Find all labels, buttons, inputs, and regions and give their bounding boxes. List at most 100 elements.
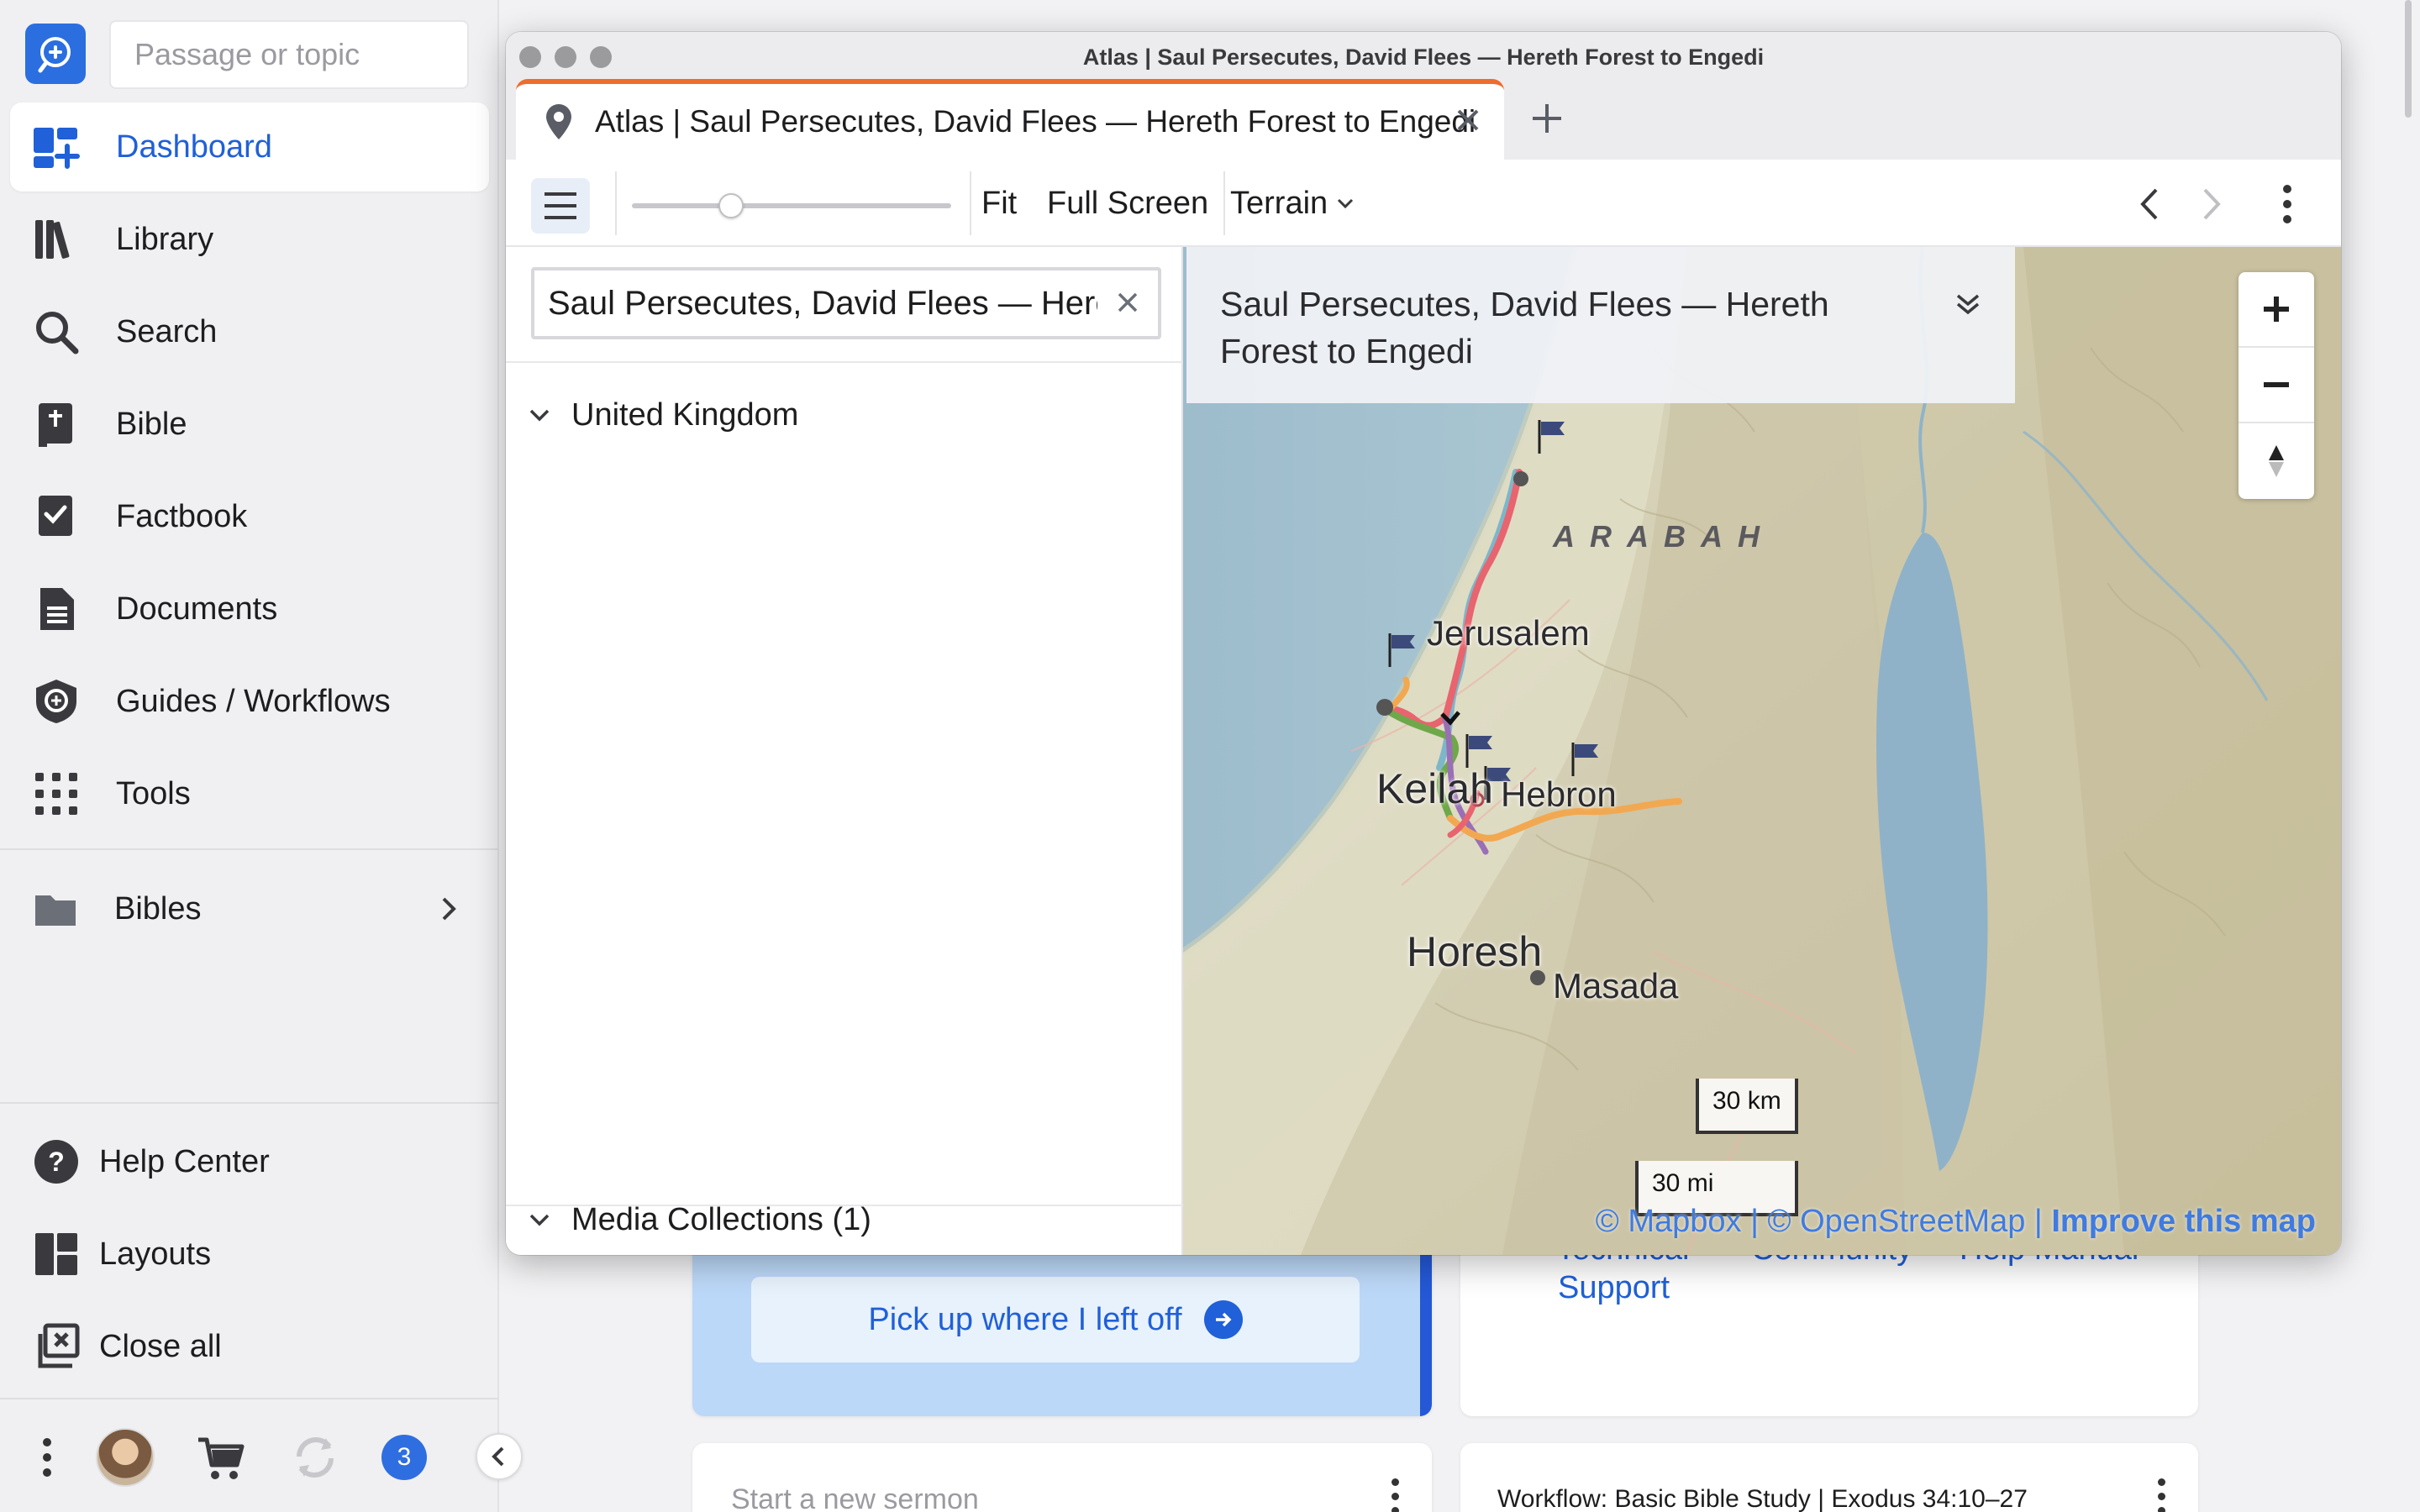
terrain-dropdown[interactable]: Terrain	[1230, 180, 1356, 227]
place-label-jerusalem[interactable]: Jerusalem	[1427, 613, 1590, 654]
tools-icon	[30, 768, 82, 820]
sidebar-item-label: Library	[116, 221, 214, 257]
sidebar-item-label: Bible	[116, 406, 187, 442]
collapse-sidebar-button[interactable]	[476, 1433, 523, 1480]
passage-search-input[interactable]	[109, 20, 469, 89]
cart-icon[interactable]	[193, 1430, 249, 1485]
sidebar: Dashboard Library Search Bible Factbook …	[0, 0, 499, 1512]
pick-up-button[interactable]: Pick up where I left off	[751, 1277, 1360, 1362]
dashboard-icon	[30, 121, 82, 173]
more-options-icon[interactable]	[1386, 1475, 1403, 1512]
more-options-icon[interactable]	[30, 1432, 64, 1483]
factbook-icon	[30, 491, 82, 543]
sidebar-item-factbook[interactable]: Factbook	[10, 472, 489, 561]
zoom-slider[interactable]	[632, 193, 951, 218]
fit-button[interactable]: Fit	[981, 180, 1017, 227]
close-window-button[interactable]	[519, 46, 541, 68]
bible-icon	[30, 398, 82, 450]
sidebar-item-label: Guides / Workflows	[116, 683, 391, 719]
sidebar-item-layouts[interactable]: Layouts	[10, 1210, 489, 1299]
close-all-icon	[30, 1320, 82, 1373]
zoom-slider-thumb[interactable]	[718, 193, 744, 218]
workflow-card[interactable]: Workflow: Basic Bible Study | Exodus 34:…	[1460, 1443, 2198, 1512]
plus-icon	[2264, 297, 2289, 322]
town-marker[interactable]	[1376, 699, 1393, 716]
minus-icon	[2264, 382, 2289, 387]
window-titlebar[interactable]: Atlas | Saul Persecutes, David Flees — H…	[506, 32, 2341, 82]
notification-badge[interactable]: 3	[381, 1435, 427, 1480]
sidebar-item-search[interactable]: Search	[10, 287, 489, 376]
tree-item-united-kingdom[interactable]: United Kingdom	[526, 390, 798, 440]
workflow-title: Workflow: Basic Bible Study | Exodus 34:…	[1497, 1485, 2028, 1512]
minimize-window-button[interactable]	[555, 46, 576, 68]
sidebar-item-guides[interactable]: Guides / Workflows	[10, 657, 489, 746]
place-label-masada[interactable]: Masada	[1553, 966, 1678, 1006]
improve-map-link[interactable]: Improve this map	[2051, 1204, 2316, 1239]
toolbar-divider	[615, 171, 617, 235]
close-tab-icon[interactable]	[1452, 104, 1484, 136]
mapbox-attribution-link[interactable]: © Mapbox	[1596, 1204, 1742, 1239]
place-label-horesh[interactable]: Horesh	[1407, 927, 1542, 976]
help-icon: ?	[30, 1136, 82, 1188]
back-arrow-icon[interactable]	[2131, 185, 2170, 223]
zoom-in-button[interactable]	[2238, 272, 2314, 348]
sidebar-item-label: Help Center	[99, 1143, 270, 1179]
pick-up-label: Pick up where I left off	[868, 1301, 1182, 1337]
sidebar-item-help-center[interactable]: ? Help Center	[10, 1117, 489, 1206]
tab-atlas[interactable]: Atlas | Saul Persecutes, David Flees — H…	[516, 79, 1504, 160]
atlas-map[interactable]: ARABAH Jerusalem Keilah Hebron Horesh Ma…	[1183, 247, 2341, 1255]
support-link[interactable]: Support	[1558, 1270, 1670, 1306]
tab-strip: Atlas | Saul Persecutes, David Flees — H…	[506, 79, 2341, 160]
new-sermon-card[interactable]: Start a new sermon	[692, 1443, 1432, 1512]
layouts-icon	[30, 1228, 82, 1280]
app-logo-icon[interactable]	[25, 24, 86, 84]
sidebar-item-dashboard[interactable]: Dashboard	[10, 102, 489, 192]
search-icon	[30, 306, 82, 358]
sidebar-item-label: Documents	[116, 591, 278, 627]
forward-arrow-icon[interactable]	[2191, 185, 2230, 223]
sync-icon[interactable]	[287, 1430, 343, 1485]
new-tab-icon[interactable]	[1526, 97, 1568, 139]
sidebar-item-label: Close all	[99, 1328, 222, 1364]
chevron-down-icon	[1338, 198, 1354, 209]
place-label-hebron[interactable]: Hebron	[1501, 774, 1617, 815]
sidebar-item-bible[interactable]: Bible	[10, 380, 489, 469]
panel-menu-button[interactable]	[531, 178, 590, 234]
clear-search-icon[interactable]	[1113, 287, 1143, 318]
compass-button[interactable]	[2238, 423, 2314, 499]
more-options-icon[interactable]	[2153, 1475, 2170, 1512]
zoom-out-button[interactable]	[2238, 348, 2314, 423]
sidebar-divider	[0, 1398, 499, 1399]
sidebar-item-close-all[interactable]: Close all	[10, 1302, 489, 1391]
documents-icon	[30, 583, 82, 635]
sidebar-item-tools[interactable]: Tools	[10, 749, 489, 838]
place-label-keilah[interactable]: Keilah	[1376, 764, 1493, 813]
attribution-separator: |	[2033, 1204, 2043, 1239]
page-scrollbar[interactable]	[2405, 0, 2412, 118]
map-pin-icon	[546, 104, 571, 139]
more-options-icon[interactable]	[2279, 185, 2296, 227]
sidebar-item-label: Dashboard	[116, 129, 272, 165]
town-marker[interactable]	[1513, 471, 1528, 486]
atlas-window: Atlas | Saul Persecutes, David Flees — H…	[506, 32, 2341, 1255]
sidebar-divider	[0, 1102, 499, 1104]
sidebar-item-label: Tools	[116, 775, 191, 811]
osm-attribution-link[interactable]: © OpenStreetMap	[1768, 1204, 2026, 1239]
map-attribution: © Mapbox | © OpenStreetMap | Improve thi…	[1596, 1204, 2316, 1240]
sidebar-item-documents[interactable]: Documents	[10, 564, 489, 654]
toolbar-divider	[1223, 171, 1225, 235]
sidebar-item-library[interactable]: Library	[10, 195, 489, 284]
region-label-arabah: ARABAH	[1553, 519, 1775, 554]
sidebar-item-bibles[interactable]: Bibles	[10, 869, 489, 949]
zoom-window-button[interactable]	[590, 46, 612, 68]
tree-item-media-collections[interactable]: Media Collections (1)	[526, 1194, 871, 1245]
full-screen-button[interactable]: Full Screen	[1047, 180, 1208, 227]
hamburger-menu-icon	[544, 192, 576, 219]
double-chevron-down-icon[interactable]	[1951, 287, 1985, 321]
avatar[interactable]	[96, 1428, 155, 1487]
map-search-input[interactable]	[531, 267, 1161, 339]
toolbar-divider	[970, 171, 971, 235]
arrow-right-icon	[1203, 1300, 1243, 1339]
chevron-left-icon	[492, 1446, 504, 1467]
window-title: Atlas | Saul Persecutes, David Flees — H…	[1082, 44, 1765, 70]
